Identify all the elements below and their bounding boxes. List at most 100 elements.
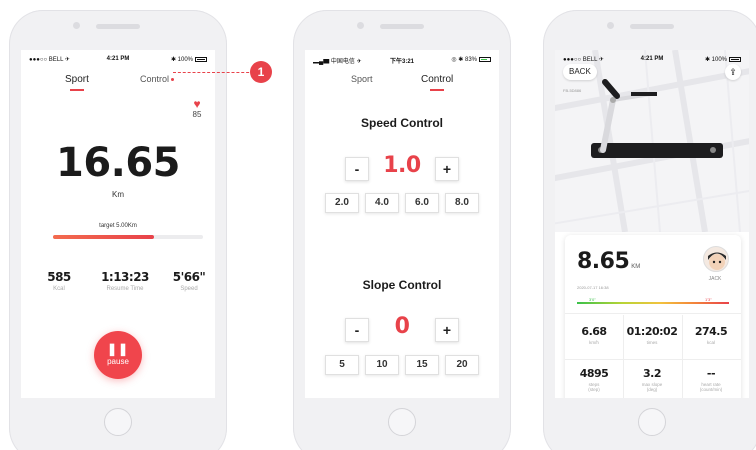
pace-gauge: [577, 302, 729, 304]
tab-control-label: Control: [421, 74, 454, 85]
share-icon[interactable]: ⇪: [725, 64, 741, 80]
speed-preset-button[interactable]: 4.0: [365, 193, 399, 213]
heart-rate-value: 85: [192, 110, 202, 119]
stat-kcal: 274.5 kcal: [682, 325, 740, 345]
stat-value: 6.68: [581, 325, 607, 338]
stat-label: heart rate (count/min): [699, 382, 723, 392]
pause-icon: ❚❚: [106, 342, 130, 356]
phone-control: ▂▄▆ 中国电信 ✈ 下午3:21 ◎ ✱ 83% Sport Control …: [293, 10, 511, 450]
heart-rate: ♥ 85: [187, 98, 207, 119]
stat-heart-rate: -- heart rate (count/min): [682, 367, 740, 392]
tab-sport[interactable]: Sport: [65, 74, 89, 91]
tab-control[interactable]: Control: [421, 74, 453, 91]
speed-value: 1.0: [383, 153, 421, 178]
avatar-icon: [708, 252, 726, 270]
callout-badge: 1: [250, 61, 272, 83]
stat-kcal: 585 Kcal: [43, 270, 75, 292]
avatar[interactable]: [703, 246, 729, 272]
tab-bar: Sport Control: [305, 74, 499, 96]
stat-label: Kcal: [53, 286, 65, 292]
phone-camera: [73, 22, 80, 29]
carrier-text: ●●●○○ BELL ✈: [29, 57, 70, 63]
stat-label: steps (step): [588, 382, 600, 392]
battery-icon: [195, 56, 207, 62]
slope-control-title: Slope Control: [362, 278, 442, 292]
stat-label: km/h: [589, 340, 599, 345]
callout-leader-line: [173, 72, 254, 73]
stats-divider: [565, 359, 741, 360]
phone-summary: BACK ⇪ FB-5D886 ●●●○○ BELL ✈ 4:21 PM ✱ 1…: [543, 10, 756, 450]
speed-preset-button[interactable]: 8.0: [445, 193, 479, 213]
slope-value: 0: [394, 314, 410, 339]
status-bar: ●●●○○ BELL ✈ 4:21 PM ✱ 100%: [555, 56, 749, 66]
stat-label: times: [646, 340, 658, 345]
home-button[interactable]: [388, 408, 416, 436]
home-button[interactable]: [638, 408, 666, 436]
slope-preset-button[interactable]: 10: [365, 355, 399, 375]
stat-speed: 6.68 km/h: [565, 325, 623, 345]
slope-increase-button[interactable]: +: [435, 318, 459, 342]
pause-button[interactable]: ❚❚ pause: [94, 331, 142, 379]
summary-distance-value: 8.65: [577, 249, 630, 274]
phone-camera: [607, 22, 614, 29]
speed-control-title: Speed Control: [360, 116, 443, 130]
stat-steps: 4895 steps (step): [565, 367, 623, 392]
stats-divider: [565, 313, 741, 314]
stat-value: 5'66": [172, 270, 206, 284]
phone-speaker: [380, 24, 424, 29]
battery-status: ✱ 100%: [705, 56, 741, 63]
stat-resume-time: 1:13:23 Resume Time: [93, 270, 157, 292]
stat-value: --: [706, 367, 716, 380]
slope-preset-button[interactable]: 20: [445, 355, 479, 375]
summary-distance-unit: KM: [631, 264, 641, 270]
battery-text: ✱ 100%: [704, 57, 727, 63]
stat-label: Resume Time: [106, 286, 144, 292]
back-button[interactable]: BACK: [563, 64, 597, 80]
user-name: JACK: [708, 276, 722, 282]
speed-preset-button[interactable]: 6.0: [405, 193, 439, 213]
distance-unit: Km: [112, 190, 124, 199]
home-button[interactable]: [104, 408, 132, 436]
battery-text: ◎ ✱ 83%: [451, 57, 477, 63]
callout-anchor-dot: [171, 78, 175, 82]
stat-value: 274.5: [694, 325, 728, 338]
battery-icon: [729, 56, 741, 62]
stat-value: 4895: [579, 367, 609, 380]
speed-preset-button[interactable]: 2.0: [325, 193, 359, 213]
workout-date: 2020-07-17 16:38: [577, 285, 609, 290]
summary-distance: 8.65 KM: [577, 249, 640, 274]
sport-screen: ●●●○○ BELL ✈ 4:21 PM ✱ 100% Sport Contro…: [21, 50, 215, 398]
tab-sport-label: Sport: [351, 74, 373, 84]
map-background: BACK ⇪ FB-5D886: [555, 50, 749, 233]
tab-sport[interactable]: Sport: [351, 74, 373, 84]
target-progress-bar: [53, 235, 203, 239]
workout-summary-card: 8.65KM 2020-07-17 16:38 JACK 3'0" 1'3": [565, 235, 741, 398]
stat-value: 01:20:02: [626, 325, 678, 338]
stat-time: 01:20:02 times: [623, 325, 681, 345]
target-label: target 5.00Km: [99, 223, 137, 229]
device-id: FB-5D886: [563, 88, 582, 93]
clock-text: 下午3:21: [389, 59, 415, 65]
stat-label: max slope (deg): [641, 382, 663, 392]
heart-icon: ♥: [193, 97, 201, 111]
status-bar: ▂▄▆ 中国电信 ✈ 下午3:21 ◎ ✱ 83%: [305, 56, 499, 66]
pause-label: pause: [107, 357, 129, 366]
distance-value: 16.65: [55, 140, 181, 186]
battery-icon: [479, 56, 491, 62]
stat-value: 1:13:23: [101, 270, 149, 284]
battery-status: ◎ ✱ 83%: [451, 56, 491, 63]
target-progress-fill: [53, 235, 154, 239]
carrier-text: ▂▄▆ 中国电信 ✈: [313, 59, 362, 65]
active-tab-underline: [430, 89, 445, 91]
slope-preset-button[interactable]: 5: [325, 355, 359, 375]
tab-control[interactable]: Control: [140, 74, 175, 84]
clock-text: 4:21 PM: [106, 56, 130, 62]
battery-text: ✱ 100%: [170, 57, 193, 63]
carrier-text: ●●●○○ BELL ✈: [563, 57, 604, 63]
slope-preset-button[interactable]: 15: [405, 355, 439, 375]
speed-increase-button[interactable]: +: [435, 157, 459, 181]
phone-sport: ●●●○○ BELL ✈ 4:21 PM ✱ 100% Sport Contro…: [9, 10, 227, 450]
stat-value: 3.2: [643, 367, 662, 380]
phone-speaker: [630, 24, 674, 29]
tab-sport-label: Sport: [65, 74, 89, 85]
